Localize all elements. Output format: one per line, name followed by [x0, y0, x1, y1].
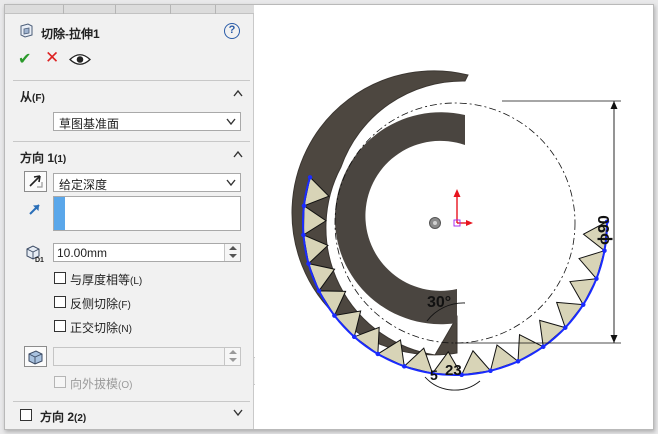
draft-outward-shortcut: (O)	[118, 380, 133, 391]
direction2-checkbox[interactable]	[20, 409, 32, 421]
reverse-direction-button[interactable]	[24, 171, 47, 192]
help-icon[interactable]: ?	[224, 23, 240, 39]
angle-dimension[interactable]: 30°	[427, 294, 451, 311]
sketch-point	[563, 325, 568, 330]
model-view[interactable]: ϕ90 30° 23 5	[255, 5, 653, 429]
svg-text:D1: D1	[35, 257, 44, 263]
sketch-point	[306, 261, 311, 266]
direction1-shortcut: (1)	[54, 154, 67, 165]
draft-toggle-button[interactable]	[24, 346, 47, 367]
divider	[13, 401, 250, 402]
tooth-triangle	[517, 333, 545, 363]
end-condition-value: 给定深度	[59, 178, 108, 192]
equal-thickness-shortcut: (L)	[130, 276, 143, 287]
graphics-area[interactable]: ϕ90 30° 23 5	[255, 5, 653, 429]
normal-cut-shortcut: (N)	[118, 324, 132, 335]
feature-title-row: 切除-拉伸1 ?	[5, 17, 254, 43]
sketch-point	[352, 334, 357, 340]
tooth-triangle	[569, 278, 598, 306]
ok-check-icon[interactable]: ✔	[18, 49, 31, 69]
from-shortcut: (F)	[32, 93, 45, 104]
sketch-point	[375, 351, 381, 357]
direction-arrow-icon	[29, 204, 40, 215]
property-manager: 切除-拉伸1 ? ✔ ✕ 从(F) 草图基准面 方向 1(1) 给定深度 D1 …	[5, 5, 254, 429]
panel-tab-strip	[5, 5, 254, 14]
depth-spinner[interactable]	[224, 244, 240, 261]
from-select[interactable]: 草图基准面	[53, 112, 241, 131]
draft-body-icon	[28, 350, 43, 365]
reverse-cut-shortcut: (F)	[118, 300, 131, 311]
draft-outward-label: 向外拔模	[70, 377, 119, 391]
direction-reference-field[interactable]	[53, 196, 241, 231]
checkbox-box[interactable]	[54, 272, 66, 284]
from-section-header[interactable]: 从(F)	[5, 85, 254, 105]
tooth-height-dimension[interactable]: 23	[445, 362, 462, 379]
divider	[13, 141, 250, 142]
sketch-point	[301, 232, 306, 238]
draft-angle-input[interactable]	[53, 347, 241, 366]
normal-cut-label: 正交切除	[70, 321, 119, 335]
preview-eye-icon[interactable]	[69, 53, 91, 66]
sketch-point	[301, 203, 307, 208]
sketch-point	[602, 248, 607, 253]
part-bore	[388, 146, 465, 289]
sketch-point	[594, 276, 599, 281]
draft-angle-spinner[interactable]	[224, 348, 240, 365]
depth-input[interactable]: 10.00mm	[53, 243, 241, 262]
direction2-shortcut: (2)	[74, 413, 87, 424]
sketch-point	[541, 344, 546, 349]
tooth-triangle	[333, 310, 362, 338]
depth-icon: D1	[26, 245, 44, 263]
cancel-x-icon[interactable]: ✕	[45, 48, 59, 68]
sketch-point	[515, 359, 521, 364]
from-label: 从	[20, 90, 33, 104]
reverse-cut-label: 反侧切除	[70, 297, 119, 311]
window-frame: 切除-拉伸1 ? ✔ ✕ 从(F) 草图基准面 方向 1(1) 给定深度 D1 …	[4, 4, 654, 430]
equal-thickness-label: 与厚度相等	[70, 273, 131, 287]
selection-highlight	[54, 197, 65, 230]
action-row: ✔ ✕	[5, 48, 254, 71]
checkbox-box[interactable]	[54, 320, 66, 332]
feature-title: 切除-拉伸1	[41, 27, 100, 41]
chevron-down-icon	[226, 118, 236, 125]
tooth-angle-dimension[interactable]: 5	[430, 367, 438, 383]
sketch-point	[307, 175, 313, 180]
checkbox-box[interactable]	[54, 296, 66, 308]
tooth-arc	[302, 205, 305, 236]
sketch-point	[488, 368, 493, 374]
sketch-point	[332, 313, 337, 318]
chevron-down-icon[interactable]	[233, 409, 243, 417]
depth-value: 10.00mm	[57, 246, 108, 260]
direction1-section-header[interactable]: 方向 1(1)	[5, 146, 254, 166]
sketch-point	[580, 302, 586, 307]
sketch-point	[316, 288, 322, 294]
feature-cut-icon	[20, 23, 33, 38]
end-condition-select[interactable]: 给定深度	[53, 173, 241, 192]
sketch-point	[402, 364, 407, 369]
chevron-down-icon	[226, 179, 236, 186]
direction2-section-header[interactable]: 方向 2(2)	[5, 405, 254, 425]
chevron-up-icon[interactable]	[233, 150, 243, 158]
from-select-value: 草图基准面	[59, 117, 120, 131]
divider	[13, 80, 250, 81]
chevron-up-icon[interactable]	[233, 89, 243, 97]
checkbox-box[interactable]	[54, 376, 66, 388]
reverse-direction-icon	[29, 175, 43, 188]
direction1-label: 方向 1	[20, 151, 55, 165]
direction2-label: 方向 2	[40, 410, 75, 424]
diameter-dimension[interactable]: ϕ90	[596, 215, 613, 245]
